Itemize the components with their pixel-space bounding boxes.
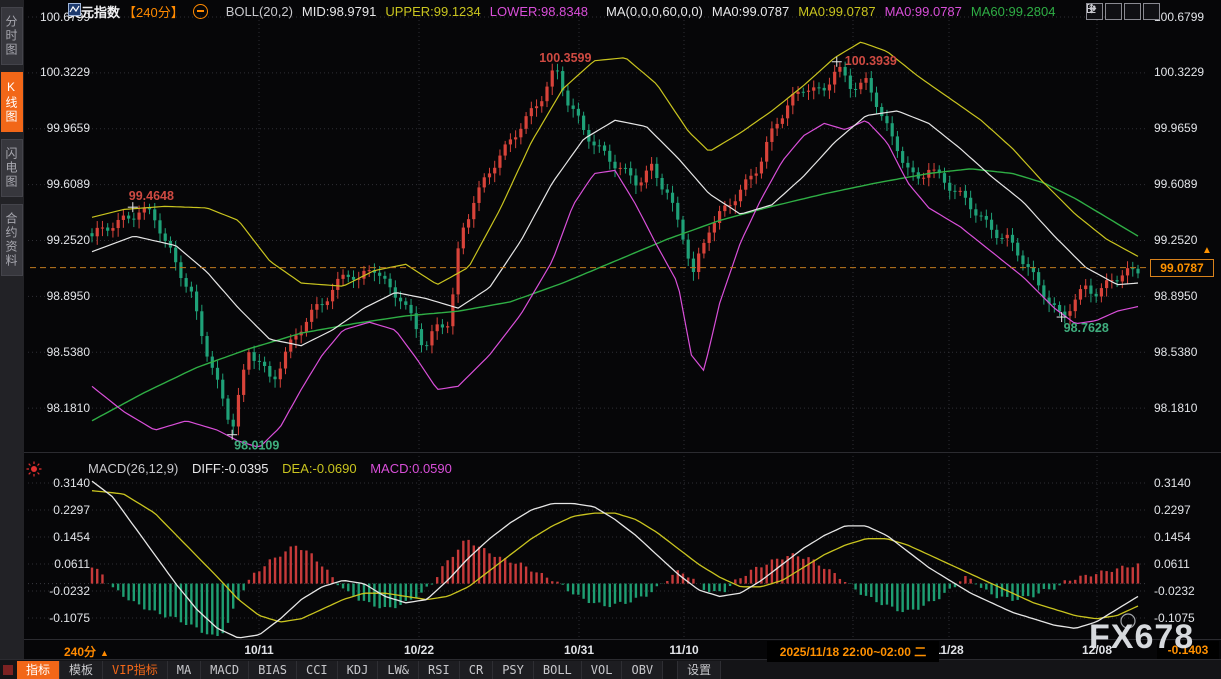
- interval-arrow-icon: ▲: [100, 648, 109, 658]
- x-axis-row: 240分▲ 10/1110/2210/3111/1011/2812/08 202…: [24, 639, 1221, 660]
- macd-label: MACD(26,12,9): [88, 461, 178, 476]
- indicator-header: 美元指数 【240分】 BOLL(20,2) MID:98.9791 UPPER…: [68, 3, 1064, 19]
- ma0-magenta-value: MA0:99.0787: [885, 4, 962, 19]
- y-axis-label: -0.0232: [1154, 584, 1195, 599]
- toolbar-button-10[interactable]: CR: [460, 661, 493, 679]
- toolbar-button-8[interactable]: LW&: [378, 661, 419, 679]
- sidebar-tab-3[interactable]: 合约资料: [1, 204, 23, 276]
- toolbar-button-11[interactable]: PSY: [493, 661, 534, 679]
- y-axis-label: 100.3229: [1154, 65, 1204, 80]
- crosshair-value-readout: -0.1403: [1157, 641, 1219, 659]
- interval-tag: 【240分】: [123, 2, 184, 21]
- sidebar: 分时图 K线图闪电图合约资料: [0, 0, 25, 659]
- annotation-98.0109: 98.0109: [234, 439, 279, 453]
- y-axis-label: -0.1075: [26, 611, 90, 626]
- toolbar-button-13[interactable]: VOL: [582, 661, 623, 679]
- toolbar-button-0[interactable]: 指标: [17, 661, 60, 679]
- y-axis-label: 98.5380: [26, 345, 90, 360]
- toolbar-button-5[interactable]: BIAS: [249, 661, 297, 679]
- current-price-badge: 99.0787: [1150, 259, 1214, 277]
- ma60-value: MA60:99.2804: [971, 4, 1056, 19]
- x-axis-label: 12/08: [1082, 643, 1112, 657]
- bottom-toolbar: 指标模板VIP指标MAMACDBIASCCIKDJLW&RSICRPSYBOLL…: [0, 659, 1221, 679]
- macd-header: MACD(26,12,9) DIFF:-0.0395 DEA:-0.0690 M…: [88, 461, 462, 476]
- boll-upper-value: UPPER:99.1234: [385, 4, 480, 19]
- sidebar-tab-2[interactable]: 闪电图: [1, 139, 23, 197]
- ma0-yellow-value: MA0:99.0787: [798, 4, 875, 19]
- boll-label: BOLL(20,2): [226, 4, 293, 19]
- toolbar-button-7[interactable]: KDJ: [338, 661, 379, 679]
- y-axis-label: 0.3140: [1154, 476, 1191, 491]
- x-axis-label: 10/31: [564, 643, 594, 657]
- y-axis-label: 99.9659: [1154, 121, 1197, 136]
- sidebar-tab-0[interactable]: 分时图: [1, 7, 23, 65]
- y-axis-label: 98.5380: [1154, 345, 1197, 360]
- sidebar-tab-1[interactable]: K线图: [1, 72, 23, 132]
- y-axis-label: 0.3140: [26, 476, 90, 491]
- y-axis-label: 98.8950: [1154, 289, 1197, 304]
- x-axis-label: 10/22: [404, 643, 434, 657]
- y-axis-label: 99.2520: [26, 233, 90, 248]
- toolbar-button-12[interactable]: BOLL: [534, 661, 582, 679]
- y-axis-label: 98.8950: [26, 289, 90, 304]
- y-axis-label: 0.0611: [26, 557, 90, 572]
- y-axis-label: 0.1454: [26, 530, 90, 545]
- x-axis-label: 10/11: [244, 643, 273, 657]
- zoom-in-pane-icon[interactable]: [1124, 3, 1141, 20]
- interval-text: 240分: [64, 645, 96, 659]
- y-axis-label: 0.2297: [1154, 503, 1191, 518]
- toolbar-corner-icon: [3, 665, 13, 675]
- chart-canvas[interactable]: 99.4648 100.3599 100.3939 98.0109 98.7628: [24, 0, 1221, 639]
- y-axis-label: -0.0232: [26, 584, 90, 599]
- toolbar-button-3[interactable]: MA: [168, 661, 201, 679]
- boll-mid-value: MID:98.9791: [302, 4, 376, 19]
- annotation-100.3599: 100.3599: [539, 51, 591, 65]
- toolbar-button-1[interactable]: 模板: [60, 661, 103, 679]
- expand-pane-icon[interactable]: [1143, 3, 1160, 20]
- x-axis-label: 11/10: [669, 643, 698, 657]
- toolbar-button-6[interactable]: CCI: [297, 661, 338, 679]
- boll-lower-value: LOWER:98.8348: [490, 4, 588, 19]
- chart-application: 分时图 K线图闪电图合约资料 99.4648 100.3599 100.3939 98.…: [0, 0, 1221, 679]
- y-axis-label: 100.6799: [1154, 10, 1204, 25]
- y-axis-label: 99.2520: [1154, 233, 1197, 248]
- collapse-icon[interactable]: [193, 4, 208, 19]
- annotation-99.4648: 99.4648: [129, 189, 174, 203]
- y-axis-label: 0.1454: [1154, 530, 1191, 545]
- ma-label: MA(0,0,0,60,0,0): [606, 4, 703, 19]
- y-axis-label: 0.0611: [1154, 557, 1190, 572]
- toolbar-button-4[interactable]: MACD: [201, 661, 249, 679]
- y-axis-label: 100.3229: [26, 65, 90, 80]
- interval-selector[interactable]: 240分 ▲: [64, 643, 109, 660]
- settings-button[interactable]: 设置: [677, 661, 721, 679]
- y-axis-label: 99.6089: [26, 177, 90, 192]
- ma0-white-value: MA0:99.0787: [712, 4, 789, 19]
- annotation-98.7628: 98.7628: [1064, 321, 1109, 335]
- macd-macd-value: MACD:0.0590: [370, 461, 452, 476]
- y-axis-label: 99.9659: [26, 121, 90, 136]
- y-axis-label: 0.2297: [26, 503, 90, 518]
- y-axis-label: 98.1810: [1154, 401, 1197, 416]
- y-axis-label: -0.1075: [1154, 611, 1195, 626]
- toolbar-button-9[interactable]: RSI: [419, 661, 460, 679]
- corner-tools: [1086, 3, 1160, 20]
- y-axis-label: 98.1810: [26, 401, 90, 416]
- macd-dea-value: DEA:-0.0690: [282, 461, 356, 476]
- y-axis-label: 99.6089: [1154, 177, 1197, 192]
- toolbar-button-2[interactable]: VIP指标: [103, 661, 168, 679]
- toolbar-button-14[interactable]: OBV: [622, 661, 663, 679]
- crosshair-date-label: 2025/11/18 22:00~02:00 二: [767, 641, 939, 662]
- macd-diff-value: DIFF:-0.0395: [192, 461, 269, 476]
- chart-region: 99.4648 100.3599 100.3939 98.0109 98.7628 美元…: [24, 0, 1221, 639]
- zoom-out-pane-icon[interactable]: [1105, 3, 1122, 20]
- annotation-100.3939: 100.3939: [845, 54, 897, 68]
- price-up-arrow-icon: ▲: [1202, 245, 1212, 256]
